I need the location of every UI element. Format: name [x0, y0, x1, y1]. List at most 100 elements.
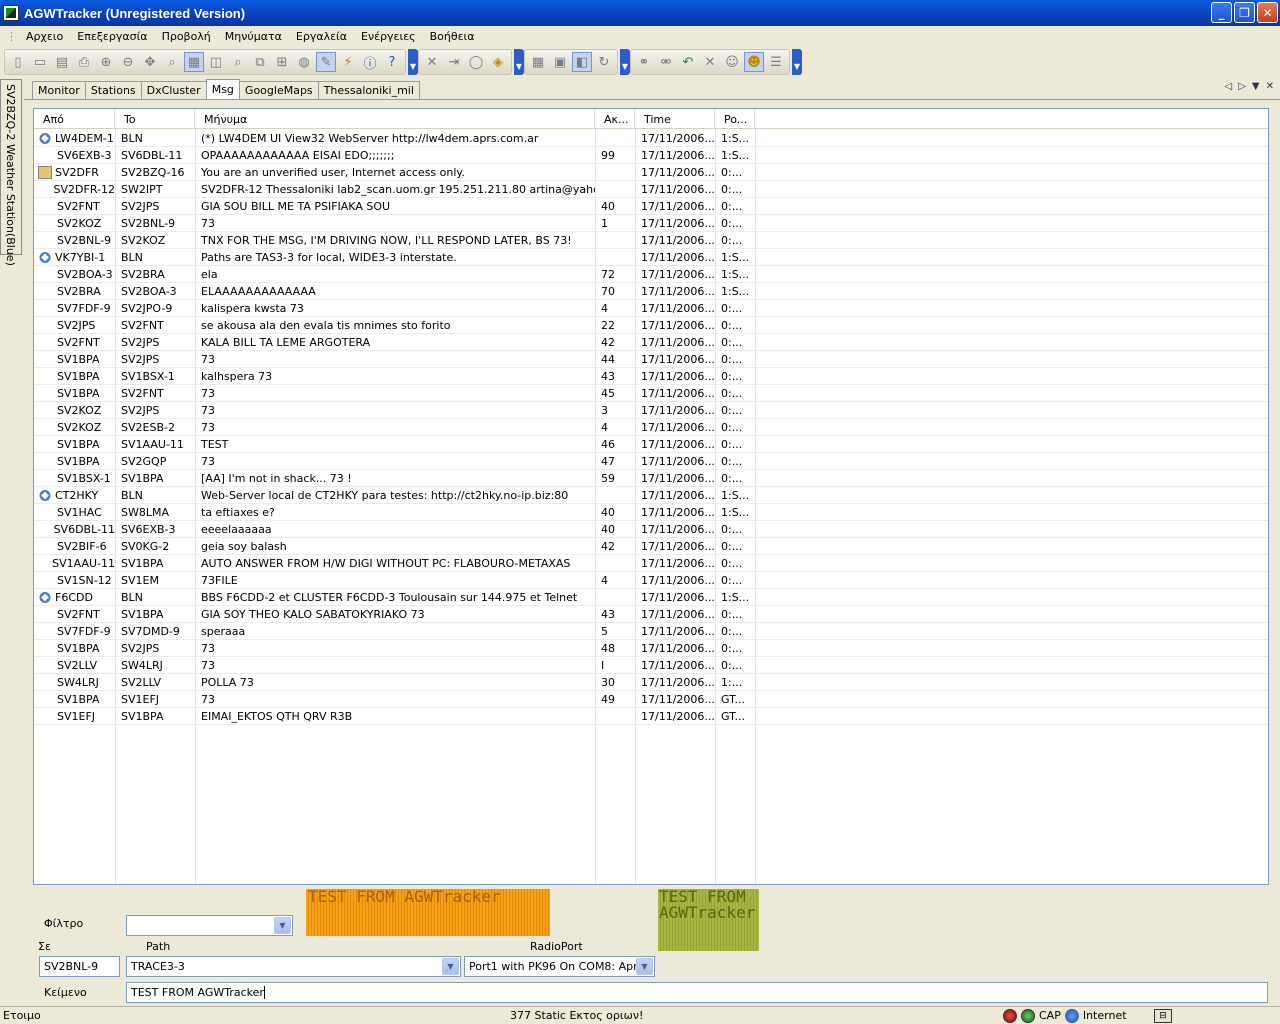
table-row[interactable]: SV2BIF-6 SV0KG-2 geia soy balash 42 17/11/20…	[34, 538, 1268, 555]
table-row[interactable]: SV1BPA SV1BSX-1 kalhspera 73 43 17/11/2006.…	[34, 368, 1268, 385]
table-row[interactable]: SV2BOA-3 SV2BRA ela 72 17/11/2006... 1:S...	[34, 266, 1268, 283]
chevron-down-icon[interactable]: ▼	[636, 958, 653, 975]
globe-icon[interactable]: ◍	[294, 52, 314, 72]
print-icon[interactable]: ⎙	[74, 52, 94, 72]
table-row[interactable]: SV2KOZ SV2ESB-2 73 4 17/11/2006... 0:...	[34, 419, 1268, 436]
menu-help[interactable]: Βοήθεια	[423, 30, 482, 43]
column-header-time[interactable]: Time	[635, 109, 715, 129]
save-icon[interactable]: ▤	[52, 52, 72, 72]
table-row[interactable]: SV1BPA SV2JPS 73 44 17/11/2006... 0:...	[34, 351, 1268, 368]
column-header-ack[interactable]: Ακ...	[595, 109, 635, 129]
tab-dxcluster[interactable]: DxCluster	[140, 81, 207, 99]
table-row[interactable]: SV2DFR SV2BZQ-16 You are an unverified use…	[34, 164, 1268, 181]
users-icon[interactable]: ☻	[744, 52, 764, 72]
disconnect-icon[interactable]: ⚮	[656, 52, 676, 72]
grid-icon[interactable]: ⊞	[272, 52, 292, 72]
open-icon[interactable]: ▭	[30, 52, 50, 72]
table-row[interactable]: SV1BSX-1 SV1BPA [AA] I'm not in shack... 7…	[34, 470, 1268, 487]
table-row[interactable]: SV1BPA SV1EFJ 73 49 17/11/2006... GT...	[34, 691, 1268, 708]
close-button[interactable]: ✕	[1257, 2, 1278, 23]
zoom-out-icon[interactable]: ⊖	[118, 52, 138, 72]
menu-edit[interactable]: Επεξεργασία	[70, 30, 154, 43]
column-header-from[interactable]: Από	[34, 109, 115, 129]
table-row[interactable]: ◆ F6CDD BLN BBS F6CDD-2 et CLUSTER F6CDD-3 …	[34, 589, 1268, 606]
menu-messages[interactable]: Μηνύματα	[218, 30, 289, 43]
search-map-icon[interactable]: ⌕	[228, 52, 248, 72]
move-icon[interactable]: ✥	[140, 52, 160, 72]
messages-table[interactable]: Από To Μήνυμα Ακ... Time Po... ◆ LW4DEM-1…	[33, 108, 1269, 885]
table-row[interactable]: SV1HAC SW8LMA ta eftiaxes e? 40 17/11/2006..…	[34, 504, 1268, 521]
tab-thessaloniki-mil[interactable]: Thessaloniki_mil	[317, 81, 420, 99]
toolbar-overflow-chevron-icon[interactable]: ▼	[408, 49, 418, 75]
table-row[interactable]: SV6DBL-11 SV6EXB-3 eeeelaaaaaa 40 17/11/2006…	[34, 521, 1268, 538]
layers-icon[interactable]: ◫	[206, 52, 226, 72]
copy-icon[interactable]: ⧉	[250, 52, 270, 72]
stop-icon[interactable]: ✕	[700, 52, 720, 72]
to-field[interactable]: SV2BNL-9	[39, 956, 120, 977]
zoom-in-icon[interactable]: ⊕	[96, 52, 116, 72]
table-row[interactable]: SV1BPA SV2FNT 73 45 17/11/2006... 0:...	[34, 385, 1268, 402]
table-row[interactable]: SV1BPA SV2JPS 73 48 17/11/2006... 0:...	[34, 640, 1268, 657]
table-row[interactable]: ◆ CT2HKY BLN Web-Server local de CT2HKY par…	[34, 487, 1268, 504]
toolbar-overflow-chevron-icon[interactable]: ▼	[514, 49, 524, 75]
tab-msg[interactable]: Msg	[205, 79, 240, 99]
toolbar-overflow-chevron-icon[interactable]: ▼	[620, 49, 630, 75]
station-icon[interactable]: ◈	[488, 52, 508, 72]
tab-prev-icon[interactable]: ◁	[1225, 81, 1233, 92]
contact-icon[interactable]: ☺	[722, 52, 742, 72]
tab-next-icon[interactable]: ▷	[1238, 81, 1246, 92]
tab-list-icon[interactable]: ▼	[1252, 81, 1260, 92]
table-row[interactable]: SV1BPA SV1AAU-11 TEST 46 17/11/2006... 0:...	[34, 436, 1268, 453]
table-row[interactable]: SV2JPS SV2FNT se akousa ala den evala tis …	[34, 317, 1268, 334]
table-row[interactable]: SV6EXB-3 SV6DBL-11 OPAAAAAAAAAAAA EISAI ED…	[34, 147, 1268, 164]
lightning-icon[interactable]: ⚡	[338, 52, 358, 72]
table-row[interactable]: SV1SN-12 SV1EM 73FILE 4 17/11/2006... 0:...	[34, 572, 1268, 589]
table-row[interactable]: SV2FNT SV2JPS KALA BILL TA LEME ARGOTERA 42…	[34, 334, 1268, 351]
table-row[interactable]: SV1BPA SV2GQP 73 47 17/11/2006... 0:...	[34, 453, 1268, 470]
maximize-button[interactable]: ❐	[1234, 2, 1255, 23]
table-row[interactable]: SV1EFJ SV1BPA EIMAI_EKTOS QTH QRV R3B 17/11…	[34, 708, 1268, 725]
column-header-to[interactable]: To	[115, 109, 195, 129]
toolbar-overflow-chevron-icon[interactable]: ▼	[792, 49, 802, 75]
menu-view[interactable]: Προβολή	[155, 30, 218, 43]
table-row[interactable]: ◆ VK7YBI-1 BLN Paths are TAS3-3 for local, …	[34, 249, 1268, 266]
connect-icon[interactable]: ⚭	[634, 52, 654, 72]
table-row[interactable]: SV2LLV SW4LRJ 73 I 17/11/2006... 0:...	[34, 657, 1268, 674]
side-panel-weather-station[interactable]: SV2BZQ-2 Weather Station(Blue)	[0, 79, 22, 266]
table-row[interactable]: SV2KOZ SV2BNL-9 73 1 17/11/2006... 0:...	[34, 215, 1268, 232]
table-row[interactable]: ◆ LW4DEM-1 BLN (*) LW4DEM UI View32 WebServ…	[34, 130, 1268, 147]
panel-icon[interactable]: ◧	[572, 52, 592, 72]
new-icon[interactable]: ▯	[8, 52, 28, 72]
list-icon[interactable]: ☰	[766, 52, 786, 72]
chevron-down-icon[interactable]: ▼	[442, 958, 459, 975]
table-row[interactable]: SV7FDF-9 SV7DMD-9 speraaa 5 17/11/2006... 0:.…	[34, 623, 1268, 640]
column-header-port[interactable]: Po...	[715, 109, 755, 129]
back-arrow-icon[interactable]: ↶	[678, 52, 698, 72]
tab-close-icon[interactable]: ✕	[1266, 81, 1274, 92]
column-header-message[interactable]: Μήνυμα	[195, 109, 595, 129]
table-row[interactable]: SV2BNL-9 SV2KOZ TNX FOR THE MSG, I'M DRIVI…	[34, 232, 1268, 249]
info-icon[interactable]: ⓘ	[360, 52, 380, 72]
table-row[interactable]: SV2FNT SV1BPA GIA SOY THEO KALO SABATOKYRI…	[34, 606, 1268, 623]
menu-tools[interactable]: Εργαλεία	[289, 30, 354, 43]
edit-icon[interactable]: ✎	[316, 52, 336, 72]
table-row[interactable]: SV2KOZ SV2JPS 73 3 17/11/2006... 0:...	[34, 402, 1268, 419]
tab-monitor[interactable]: Monitor	[32, 81, 86, 99]
tab-stations[interactable]: Stations	[84, 81, 142, 99]
radioport-dropdown[interactable]: Port1 with PK96 On COM8: Aprs 9 ▼	[464, 956, 655, 977]
export-icon[interactable]: ⇥	[444, 52, 464, 72]
map-icon[interactable]: ▦	[184, 52, 204, 72]
table-row[interactable]: SV2DFR-12 SW2IPT SV2DFR-12 Thessaloniki la…	[34, 181, 1268, 198]
refresh-icon[interactable]: ↻	[594, 52, 614, 72]
table-row[interactable]: SV2FNT SV2JPS GIA SOU BILL ME TA PSIFIAKA …	[34, 198, 1268, 215]
chevron-down-icon[interactable]: ▼	[274, 917, 291, 934]
table-row[interactable]: SV7FDF-9 SV2JPO-9 kalispera kwsta 73 4 17/11…	[34, 300, 1268, 317]
find-icon[interactable]: ⌕	[162, 52, 182, 72]
message-text-input[interactable]: TEST FROM AGWTracker	[126, 982, 1268, 1003]
table-row[interactable]: SV2BRA SV2BOA-3 ELAAAAAAAAAAAAA 70 17/11/200…	[34, 283, 1268, 300]
window-icon[interactable]: ▣	[550, 52, 570, 72]
table-row[interactable]: SV1AAU-11 SV1BPA AUTO ANSWER FROM H/W DIGI…	[34, 555, 1268, 572]
table-icon[interactable]: ▦	[528, 52, 548, 72]
menu-actions[interactable]: Ενέργειες	[354, 30, 423, 43]
help-icon[interactable]: ?	[382, 52, 402, 72]
